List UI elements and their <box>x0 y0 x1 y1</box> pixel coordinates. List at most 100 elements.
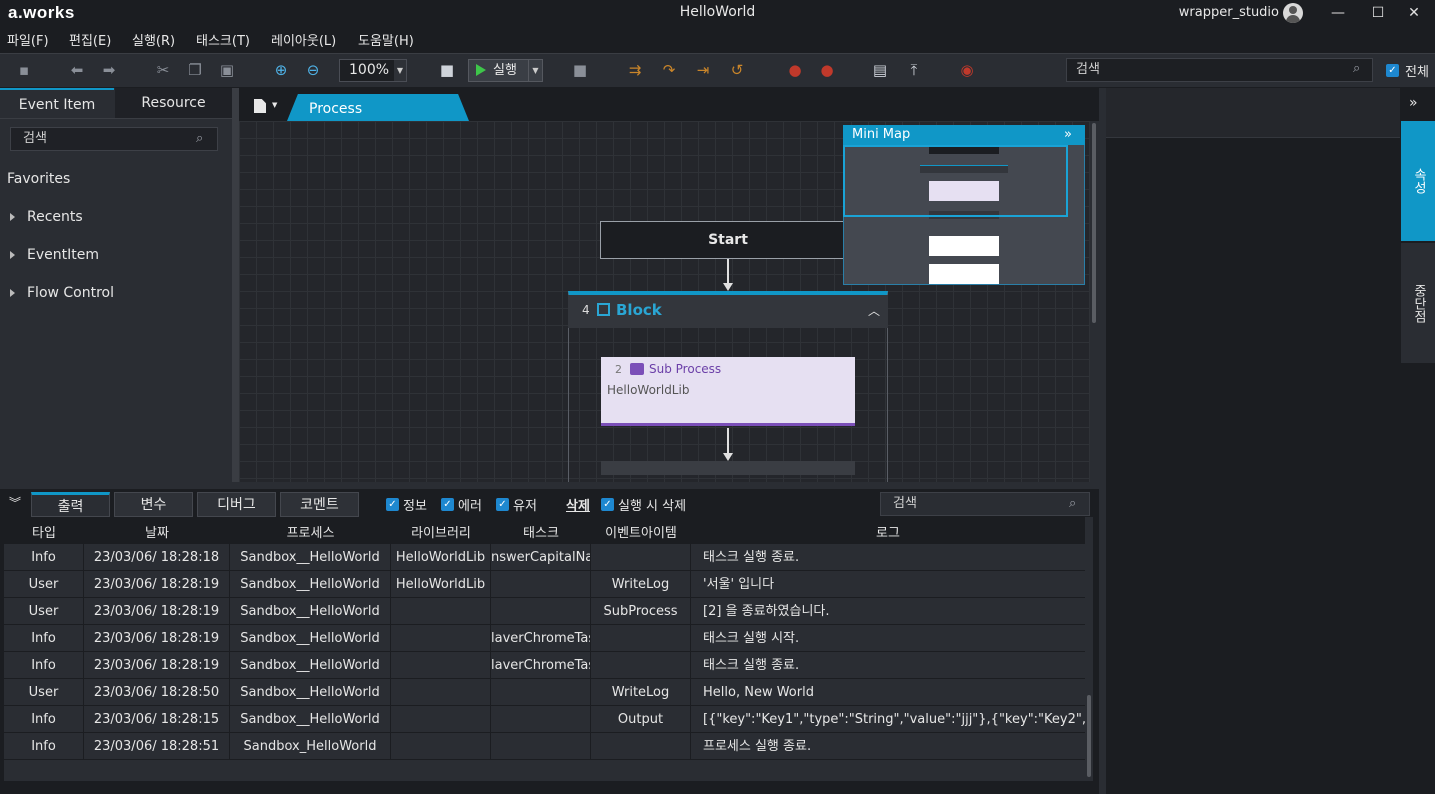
table-row[interactable]: Info 23/03/06/ 18:28:51 Sandbox_HelloWorld… <box>4 733 1085 760</box>
tab-resource[interactable]: Resource <box>115 88 232 118</box>
tree-item-recents[interactable]: Recents <box>27 209 83 225</box>
caret-right-icon[interactable] <box>10 251 15 259</box>
mini-map-viewport[interactable] <box>843 145 1068 217</box>
column-date[interactable]: 날짜 <box>84 522 230 541</box>
table-row[interactable]: User 23/03/06/ 18:28:19 Sandbox__HelloWorl… <box>4 598 1085 625</box>
redo-icon[interactable]: ➡ <box>98 60 120 80</box>
tab-debug[interactable]: 디버그 <box>197 492 276 517</box>
publish-icon[interactable]: ⤒ <box>903 60 925 80</box>
error-checkbox[interactable]: ✓ <box>441 498 454 511</box>
canvas-scrollbar[interactable] <box>1090 121 1099 482</box>
tab-variables[interactable]: 변수 <box>114 492 193 517</box>
menu-edit[interactable]: 편집(E) <box>69 30 111 49</box>
record-camera-icon[interactable]: ■ <box>436 60 458 80</box>
horizontal-splitter[interactable] <box>0 482 1099 489</box>
column-event-item[interactable]: 이벤트아이템 <box>591 522 691 541</box>
collapse-chevron-icon[interactable]: ︾ <box>9 494 21 511</box>
table-row[interactable]: User 23/03/06/ 18:28:50 Sandbox__HelloWorl… <box>4 679 1085 706</box>
cell-type: Info <box>4 706 84 733</box>
record-icon[interactable]: ◉ <box>956 60 978 80</box>
chevron-down-icon[interactable]: ▼ <box>272 101 277 109</box>
table-row[interactable]: Info 23/03/06/ 18:28:15 Sandbox__HelloWorl… <box>4 706 1085 733</box>
all-checkbox[interactable]: ✓ <box>1386 64 1399 77</box>
step-out-icon[interactable]: ⇥ <box>692 60 714 80</box>
undo-icon[interactable]: ⬅ <box>66 60 88 80</box>
properties-panel <box>1106 88 1400 794</box>
tree-item-eventitem[interactable]: EventItem <box>27 247 99 263</box>
run-dropdown-icon[interactable]: ▼ <box>528 60 542 81</box>
double-chevron-right-icon[interactable]: » <box>1409 95 1418 111</box>
maximize-button[interactable]: ☐ <box>1363 2 1393 24</box>
paste-icon[interactable]: ▣ <box>216 60 238 80</box>
cell-log: 태스크 실행 시작. <box>703 631 800 646</box>
top-search-input[interactable]: 검색 <box>1066 58 1373 82</box>
favorites-label[interactable]: Favorites <box>7 171 70 187</box>
user-avatar-icon[interactable] <box>1283 3 1303 23</box>
vertical-splitter[interactable] <box>232 88 239 482</box>
mini-node <box>929 264 999 284</box>
step-over-icon[interactable]: ⇉ <box>624 60 646 80</box>
tab-comments[interactable]: 코멘트 <box>280 492 359 517</box>
tab-process[interactable]: Process <box>287 94 469 121</box>
column-task[interactable]: 태스크 <box>491 522 591 541</box>
cell-event-item: WriteLog <box>591 679 691 706</box>
copy-icon[interactable]: ❐ <box>184 60 206 80</box>
menu-task[interactable]: 태스크(T) <box>196 30 250 49</box>
cell-library <box>391 733 491 760</box>
tab-event-item[interactable]: Event Item <box>0 88 114 118</box>
column-library[interactable]: 라이브러리 <box>391 522 491 541</box>
tab-output[interactable]: 출력 <box>31 492 110 517</box>
log-scrollbar[interactable] <box>1085 517 1093 781</box>
caret-right-icon[interactable] <box>10 213 15 221</box>
menu-layout[interactable]: 레이아웃(L) <box>271 30 336 49</box>
stop-icon[interactable]: ■ <box>569 60 591 80</box>
zoom-dropdown-icon[interactable]: ▼ <box>394 60 406 81</box>
cell-log: 프로세스 실행 종료. <box>703 739 812 754</box>
cut-icon[interactable]: ✂ <box>152 60 174 80</box>
print-icon[interactable]: ▤ <box>869 60 891 80</box>
left-search-input[interactable]: 검색 <box>10 127 218 151</box>
cell-task: nswerCapitalNan <box>491 544 591 571</box>
menu-run[interactable]: 실행(R) <box>132 30 175 49</box>
status-strip <box>0 781 1099 794</box>
sub-process-title: Sub Process <box>649 362 722 376</box>
step-back-icon[interactable]: ↺ <box>726 60 748 80</box>
cell-task: laverChromeTas <box>491 652 591 679</box>
step-into-icon[interactable]: ↷ <box>658 60 680 80</box>
column-process[interactable]: 프로세스 <box>230 522 391 541</box>
tree-item-flow-control[interactable]: Flow Control <box>27 285 114 301</box>
user-name[interactable]: wrapper_studio <box>1179 5 1279 20</box>
zoom-in-icon[interactable]: ⊕ <box>270 60 292 80</box>
rail-tab-properties[interactable]: 속성 <box>1401 121 1435 241</box>
cell-type: User <box>4 598 84 625</box>
close-button[interactable]: ✕ <box>1399 2 1429 24</box>
add-breakpoint-icon[interactable]: ● <box>784 60 806 80</box>
table-row[interactable]: Info 23/03/06/ 18:28:19 Sandbox__HelloWorl… <box>4 652 1085 679</box>
menu-file[interactable]: 파일(F) <box>7 30 49 49</box>
remove-breakpoint-icon[interactable]: ● <box>816 60 838 80</box>
start-node[interactable]: Start <box>600 221 856 259</box>
collapse-chevron-icon[interactable]: ︿ <box>868 302 880 319</box>
caret-right-icon[interactable] <box>10 289 15 297</box>
delete-button[interactable]: 삭제 <box>566 495 590 514</box>
table-row[interactable]: Info 23/03/06/ 18:28:18 Sandbox__HelloWorl… <box>4 544 1085 571</box>
column-log[interactable]: 로그 <box>691 522 1085 541</box>
zoom-out-icon[interactable]: ⊖ <box>302 60 324 80</box>
rail-tab-breakpoints[interactable]: 중단점 <box>1401 243 1435 363</box>
save-icon[interactable]: ▪ <box>13 60 35 80</box>
menu-help[interactable]: 도움말(H) <box>358 30 414 49</box>
block-title: Block <box>616 301 662 319</box>
table-row[interactable]: Info 23/03/06/ 18:28:19 Sandbox__HelloWorl… <box>4 625 1085 652</box>
cell-library <box>391 706 491 733</box>
double-chevron-right-icon[interactable]: » <box>1064 125 1072 145</box>
table-row[interactable]: User 23/03/06/ 18:28:19 Sandbox__HelloWorl… <box>4 571 1085 598</box>
next-node[interactable] <box>601 461 855 475</box>
cell-log: Hello, New World <box>703 685 814 700</box>
right-splitter[interactable] <box>1099 88 1106 794</box>
column-type[interactable]: 타입 <box>4 522 84 541</box>
info-checkbox[interactable]: ✓ <box>386 498 399 511</box>
log-search-input[interactable]: 검색 <box>880 492 1090 516</box>
delete-on-run-checkbox[interactable]: ✓ <box>601 498 614 511</box>
minimize-button[interactable]: — <box>1323 2 1353 24</box>
user-checkbox[interactable]: ✓ <box>496 498 509 511</box>
